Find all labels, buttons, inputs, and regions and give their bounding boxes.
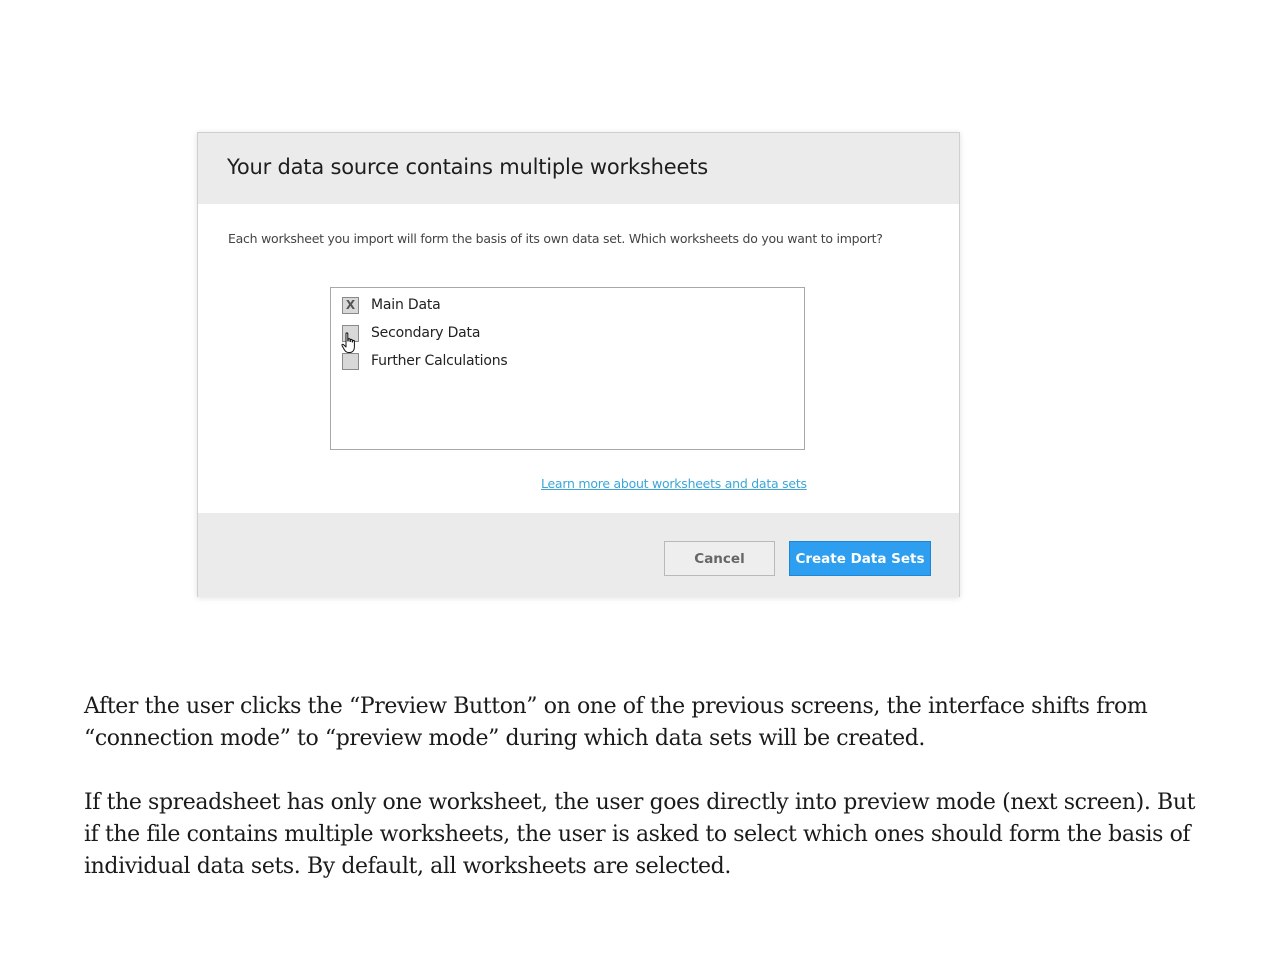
learn-more-link[interactable]: Learn more about worksheets and data set… [541, 476, 807, 491]
worksheet-label: Main Data [371, 297, 441, 313]
worksheet-checkbox-secondary-data[interactable] [342, 324, 359, 342]
note-paragraph: If the spreadsheet has only one workshee… [84, 790, 1196, 879]
dialog-title: Your data source contains multiple works… [227, 155, 708, 179]
worksheet-item-secondary-data[interactable]: Secondary Data [342, 321, 480, 345]
cancel-button[interactable]: Cancel [664, 541, 775, 576]
worksheet-checkbox-main-data[interactable]: X [342, 296, 359, 314]
dialog-header: Your data source contains multiple works… [198, 133, 959, 204]
create-data-sets-button[interactable]: Create Data Sets [789, 541, 931, 576]
dialog-description: Each worksheet you import will form the … [228, 231, 883, 246]
worksheet-select-dialog: Your data source contains multiple works… [197, 132, 960, 597]
worksheet-item-further-calculations[interactable]: Further Calculations [342, 349, 508, 373]
worksheet-label: Further Calculations [371, 353, 508, 369]
dialog-footer: Cancel Create Data Sets [198, 513, 959, 597]
worksheet-item-main-data[interactable]: X Main Data [342, 293, 441, 317]
note-paragraph: After the user clicks the “Preview Butto… [84, 694, 1148, 751]
worksheet-checkbox-further-calculations[interactable] [342, 352, 359, 370]
worksheet-list: X Main Data Secondary Data Further Calcu… [330, 287, 805, 450]
worksheet-label: Secondary Data [371, 325, 481, 341]
description-notes: After the user clicks the “Preview Butto… [84, 691, 1204, 883]
